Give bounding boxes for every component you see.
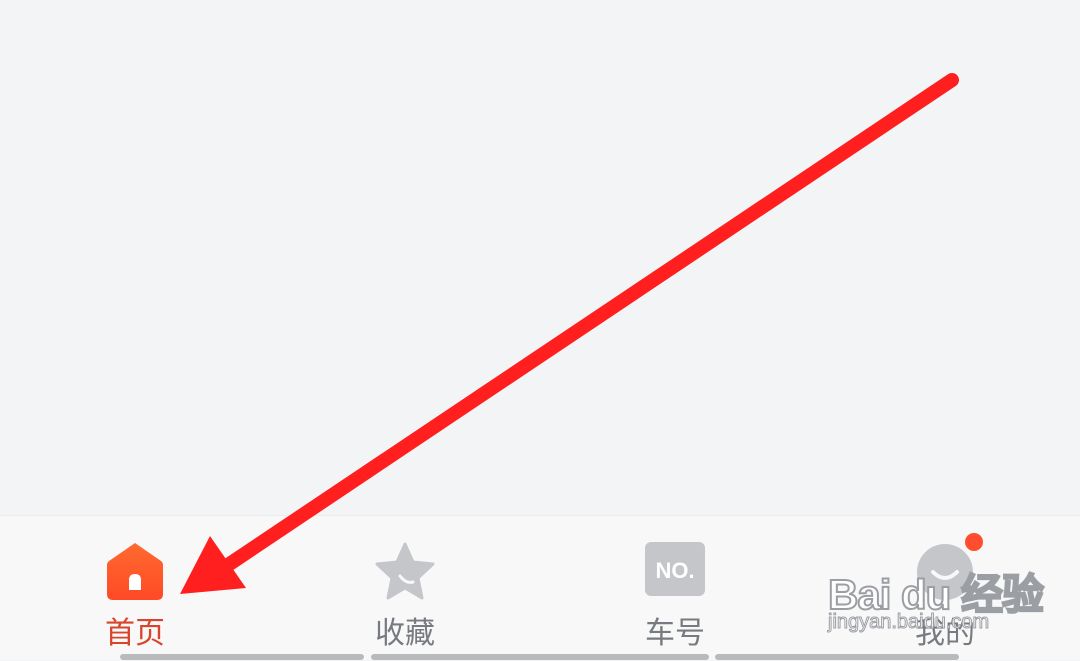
tab-car-number[interactable]: NO. 车号 [575,516,775,661]
home-indicator-segment [371,654,709,660]
home-indicator-segment [715,654,959,660]
number-icon-text: NO. [655,558,694,583]
watermark-logo: Bai du 经验 jingyan.baidu.com [827,545,1068,645]
home-icon [107,543,163,600]
tab-favorites[interactable]: 收藏 [305,516,505,661]
star-icon [375,542,435,600]
main-content-area [0,0,1080,515]
tab-home[interactable]: 首页 [35,516,235,661]
tab-favorites-label: 收藏 [375,616,435,651]
number-icon: NO. [645,542,705,596]
tab-car-number-label: 车号 [645,616,705,651]
home-indicator-segment [120,654,364,660]
watermark-site: jingyan.baidu.com [827,611,990,634]
tab-home-label: 首页 [105,616,165,651]
